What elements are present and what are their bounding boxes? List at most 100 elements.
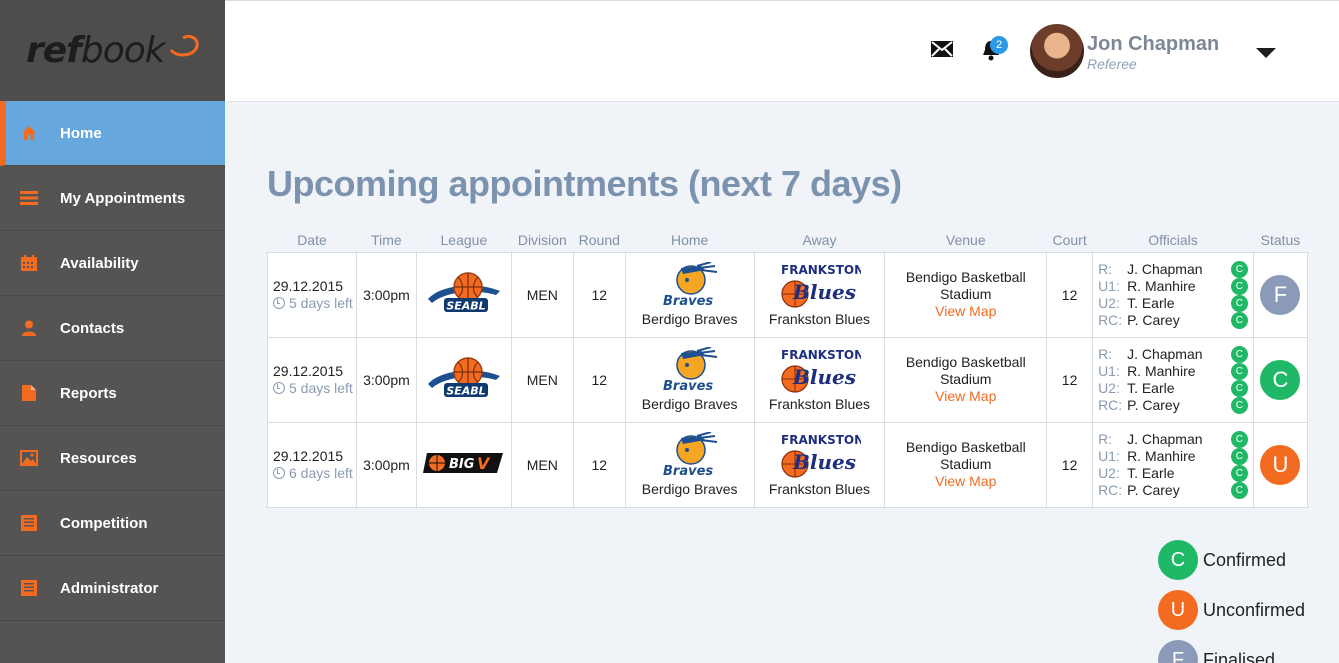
user-role: Referee (1087, 56, 1137, 72)
official-status-badge: C (1230, 396, 1248, 414)
official-role: U2: (1098, 465, 1120, 481)
official-status-badge: C (1230, 362, 1248, 380)
sidebar-item-home[interactable]: Home (0, 101, 225, 166)
sidebar-item-competition[interactable]: Competition (0, 491, 225, 556)
days-left-text: 5 days left (289, 294, 353, 311)
view-map-link[interactable]: View Map (885, 303, 1046, 320)
mail-icon[interactable] (931, 41, 953, 57)
table-row[interactable]: 29.12.2015 6 days left 3:00pm BIG V MEN 1… (267, 421, 1309, 508)
column-header-officials[interactable]: Officials (1093, 228, 1254, 252)
sidebar-item-label: Competition (60, 514, 148, 532)
cell-status: F (1252, 251, 1309, 338)
clock-icon (273, 381, 285, 394)
official-role: U1: (1098, 278, 1120, 294)
chevron-down-icon[interactable] (1256, 48, 1276, 58)
column-header-away[interactable]: Away (754, 228, 885, 252)
top-header: 2 Jon Chapman Referee (225, 0, 1339, 102)
legend-badge: U (1158, 590, 1198, 630)
person-icon (20, 319, 38, 337)
cell-league: SEABL (415, 336, 512, 423)
official-name: T. Earle (1127, 380, 1175, 396)
logo-swirl-icon (169, 34, 199, 56)
logo-text: refbook (26, 30, 166, 71)
sidebar-item-label: My Appointments (60, 189, 186, 207)
cell-status: U (1252, 421, 1309, 508)
column-header-home[interactable]: Home (625, 228, 754, 252)
venue-name: Bendigo Basketball Stadium (905, 269, 1026, 302)
venue-name: Bendigo Basketball Stadium (905, 439, 1026, 472)
official-name: R. Manhire (1127, 278, 1196, 294)
sidebar-item-reports[interactable]: Reports (0, 361, 225, 426)
official-name: T. Earle (1127, 465, 1175, 481)
view-map-link[interactable]: View Map (885, 473, 1046, 490)
column-header-date[interactable]: Date (268, 228, 357, 252)
official-row: U1: R. Manhire C (1098, 362, 1253, 380)
svg-text:SEABL: SEABL (446, 385, 485, 398)
official-name: J. Chapman (1127, 346, 1203, 362)
cell-court: 12 (1046, 251, 1094, 338)
home-team-name: Berdigo Braves (641, 311, 738, 327)
table-row[interactable]: 29.12.2015 5 days left 3:00pm SEABL MEN … (267, 336, 1309, 423)
official-name: J. Chapman (1127, 261, 1203, 277)
sidebar-item-label: Resources (60, 449, 137, 467)
cell-officials: R: J. Chapman C U1: R. Manhire C U2: T. … (1092, 421, 1254, 508)
days-left: 5 days left (273, 295, 356, 312)
status-badge[interactable]: C (1260, 359, 1301, 400)
sidebar-item-contacts[interactable]: Contacts (0, 296, 225, 361)
days-left-text: 6 days left (289, 464, 353, 481)
blues-logo: FRANKSTON Blues (781, 433, 861, 478)
official-role: R: (1098, 431, 1113, 447)
cell-division: MEN (510, 336, 574, 423)
column-header-division[interactable]: Division (511, 228, 573, 252)
venue-name: Bendigo Basketball Stadium (905, 354, 1026, 387)
cell-division: MEN (510, 421, 574, 508)
sidebar-item-administrator[interactable]: Administrator (0, 556, 225, 621)
cell-officials: R: J. Chapman C U1: R. Manhire C U2: T. … (1092, 336, 1254, 423)
date-value: 29.12.2015 (273, 447, 344, 464)
cell-division: MEN (510, 251, 574, 338)
official-row: R: J. Chapman C (1098, 345, 1253, 363)
official-status-badge: C (1230, 430, 1248, 448)
cell-date: 29.12.2015 6 days left (267, 421, 357, 508)
official-role: U2: (1098, 380, 1120, 396)
home-team-name: Berdigo Braves (641, 481, 738, 497)
cell-court: 12 (1046, 336, 1094, 423)
legend-label: Finalised (1203, 649, 1276, 663)
status-badge[interactable]: F (1260, 274, 1301, 315)
official-status-badge: C (1230, 379, 1248, 397)
home-team-name: Berdigo Braves (641, 396, 738, 412)
logo[interactable]: refbook (0, 0, 225, 101)
svg-text:BIG: BIG (449, 457, 475, 472)
official-row: RC: P. Carey C (1098, 396, 1253, 414)
table-row[interactable]: 29.12.2015 5 days left 3:00pm SEABL MEN … (267, 251, 1309, 338)
sidebar-item-availability[interactable]: Availability (0, 231, 225, 296)
official-status-badge: C (1230, 277, 1248, 295)
svg-text:Blues: Blues (792, 280, 856, 304)
avatar[interactable] (1030, 24, 1084, 78)
sidebar-item-resources[interactable]: Resources (0, 426, 225, 491)
braves-logo: Braves (663, 432, 717, 478)
legend-label: Confirmed (1203, 549, 1287, 570)
cell-league: BIG V (415, 421, 512, 508)
official-row: U2: T. Earle C (1098, 294, 1253, 312)
status-badge[interactable]: U (1260, 444, 1301, 485)
column-header-venue[interactable]: Venue (885, 228, 1047, 252)
svg-text:Braves: Braves (663, 294, 713, 308)
official-status-badge: C (1230, 464, 1248, 482)
sidebar-item-my-appointments[interactable]: My Appointments (0, 166, 225, 231)
official-row: RC: P. Carey C (1098, 311, 1253, 329)
column-header-status[interactable]: Status (1253, 228, 1307, 252)
column-header-round[interactable]: Round (573, 228, 625, 252)
svg-text:FRANKSTON: FRANKSTON (781, 433, 861, 447)
column-header-court[interactable]: Court (1047, 228, 1093, 252)
cell-officials: R: J. Chapman C U1: R. Manhire C U2: T. … (1092, 251, 1254, 338)
official-role: RC: (1098, 397, 1123, 413)
sidebar: refbook Home My Appointments Availabilit… (0, 0, 225, 663)
column-header-time[interactable]: Time (356, 228, 416, 252)
view-map-link[interactable]: View Map (885, 388, 1046, 405)
appointments-table: Date Time League Division Round Home Awa… (267, 228, 1309, 508)
official-role: U1: (1098, 448, 1120, 464)
official-row: RC: P. Carey C (1098, 481, 1253, 499)
cell-date: 29.12.2015 5 days left (267, 251, 357, 338)
column-header-league[interactable]: League (416, 228, 511, 252)
